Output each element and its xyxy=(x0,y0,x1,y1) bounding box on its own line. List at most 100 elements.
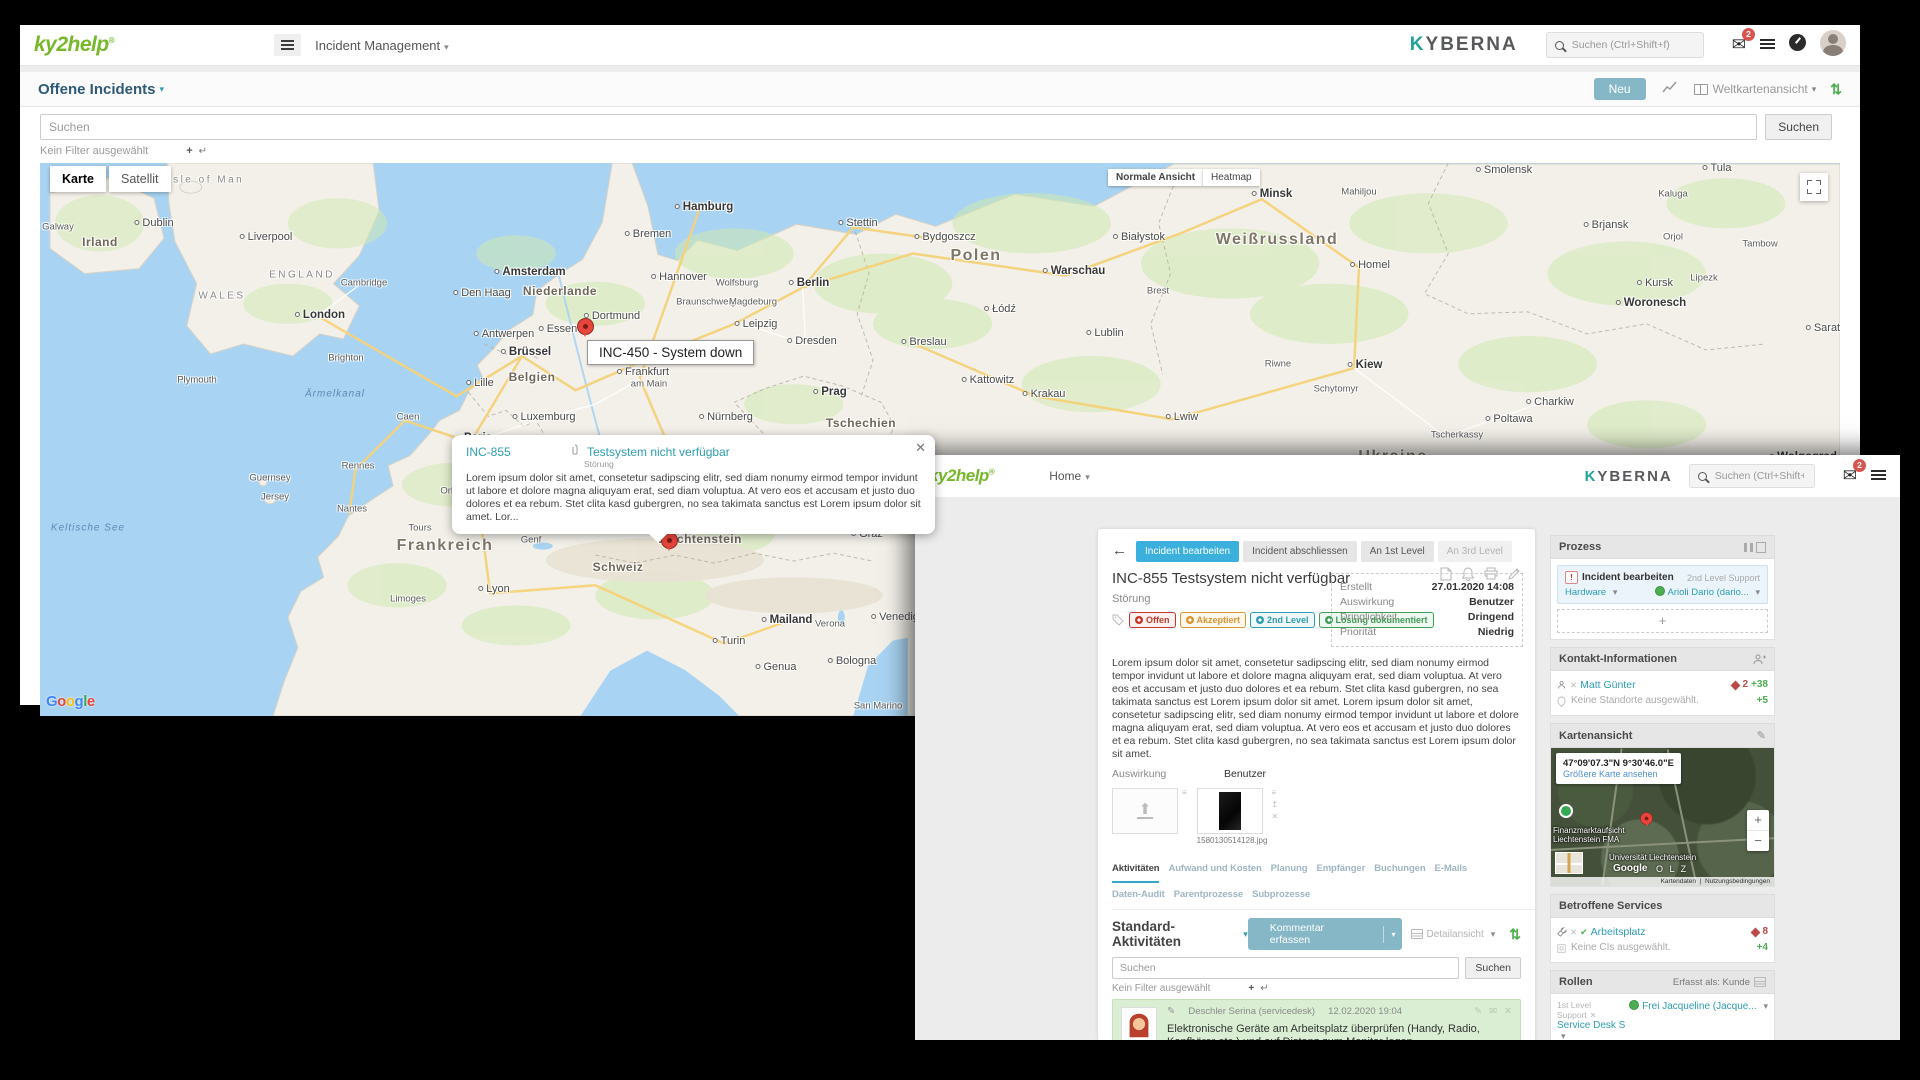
add-filter-icon[interactable]: + xyxy=(1248,983,1254,994)
green-count[interactable]: +4 xyxy=(1757,940,1768,956)
tab-empf-nger[interactable]: Empfänger xyxy=(1316,859,1365,881)
close-icon[interactable]: ✕ xyxy=(915,440,926,456)
remove-icon[interactable]: ✕ xyxy=(1590,1011,1597,1020)
map-label: Łódź xyxy=(984,303,1016,315)
remove-icon[interactable]: ✕ xyxy=(1570,924,1577,940)
map-label: Hannover xyxy=(651,271,707,283)
zoom-out-button[interactable]: − xyxy=(1747,831,1769,851)
remove-icon[interactable]: ✕ xyxy=(1271,812,1278,821)
user-avatar[interactable] xyxy=(1820,29,1846,61)
upload-dropzone[interactable]: ⬆ xyxy=(1112,788,1178,834)
terms-link[interactable]: Nutzungsbedingungen xyxy=(1705,878,1770,885)
activity-search-button[interactable]: Suchen xyxy=(1465,957,1521,979)
action-tab[interactable]: Incident bearbeiten xyxy=(1136,541,1240,562)
download-icon[interactable]: ↥ xyxy=(1271,800,1278,809)
hamburger-menu-icon[interactable] xyxy=(274,34,302,56)
map-label: Rennes xyxy=(341,460,375,472)
contact-link[interactable]: Matt Günter xyxy=(1580,677,1635,693)
tab-daten-audit[interactable]: Daten-Audit xyxy=(1112,885,1165,907)
location-icon xyxy=(1557,696,1566,707)
tab-e-mails[interactable]: E-Mails xyxy=(1435,859,1468,881)
location-minimap[interactable]: 47°09'07.3"N 9°30'46.0"E Größere Karte a… xyxy=(1551,748,1774,886)
module-menu[interactable]: Home ▾ xyxy=(1049,469,1090,483)
tab-aufwand-und-kosten[interactable]: Aufwand und Kosten xyxy=(1168,859,1261,881)
map-type-karte-button[interactable]: Karte xyxy=(50,166,106,192)
sort-icon[interactable]: ⇅ xyxy=(1830,81,1842,98)
activity-search-input[interactable] xyxy=(1112,957,1460,979)
tab-parentprozesse[interactable]: Parentprozesse xyxy=(1174,885,1243,907)
kyberna-logo: KYBERNA xyxy=(1584,467,1673,485)
apply-filter-icon[interactable]: ↵ xyxy=(1260,983,1268,994)
tab-planung[interactable]: Planung xyxy=(1271,859,1308,881)
menu-icon[interactable]: ≡ xyxy=(1182,788,1187,797)
minimap-zoom-controls[interactable]: + − xyxy=(1747,810,1769,851)
global-search-input[interactable] xyxy=(1712,469,1806,483)
tab-aktivit-ten[interactable]: Aktivitäten xyxy=(1112,859,1160,883)
dashboard-icon[interactable] xyxy=(1789,34,1806,56)
action-tab[interactable]: An 1st Level xyxy=(1360,541,1434,562)
search-button[interactable]: Suchen xyxy=(1765,114,1832,140)
group-select[interactable]: Service Desk S ▾ xyxy=(1557,1020,1629,1040)
worldmap-view-toggle[interactable]: Weltkartenansicht xyxy=(1713,82,1808,96)
menu-icon[interactable]: ≡ xyxy=(1271,788,1278,797)
back-arrow-icon[interactable]: ← xyxy=(1112,542,1127,559)
activities-heading[interactable]: Standard-Aktivitäten xyxy=(1112,919,1239,949)
layout-toggle-icons[interactable] xyxy=(1744,541,1766,553)
process-group-select[interactable]: Hardware ▾ xyxy=(1565,587,1617,598)
process-step-card[interactable]: ! Incident bearbeiten 2nd Level Support H… xyxy=(1557,565,1768,604)
zoom-in-button[interactable]: + xyxy=(1747,810,1769,831)
chart-icon[interactable] xyxy=(1661,80,1678,98)
remove-icon[interactable]: ✕ xyxy=(1570,677,1577,693)
global-search[interactable] xyxy=(1688,464,1815,488)
new-incident-button[interactable]: Neu xyxy=(1593,78,1646,100)
tab-subprozesse[interactable]: Subprozesse xyxy=(1252,885,1310,907)
tasklist-icon[interactable] xyxy=(1760,36,1775,54)
map-mode-heatmap-button[interactable]: Heatmap xyxy=(1203,169,1260,186)
apply-filter-icon[interactable]: ↵ xyxy=(199,146,207,157)
green-count[interactable]: +5 xyxy=(1757,693,1768,709)
kyberna-logo: KYBERNA xyxy=(1409,34,1518,55)
global-search[interactable] xyxy=(1545,32,1704,58)
process-user-select[interactable]: Arioli Dario (dario... ▾ xyxy=(1654,586,1760,598)
search-row: Suchen xyxy=(20,107,1860,144)
incident-id-link[interactable]: INC-855 xyxy=(466,445,571,459)
tasklist-icon[interactable] xyxy=(1871,467,1886,485)
edit-icon[interactable]: ✎ xyxy=(1474,1006,1482,1017)
detail-view-toggle[interactable]: Detailansicht ▾ xyxy=(1411,929,1495,940)
sort-icon[interactable]: ⇅ xyxy=(1509,926,1521,943)
user-select[interactable]: Frei Jacqueline (Jacque... ▾ xyxy=(1642,1001,1768,1012)
tab-buchungen[interactable]: Buchungen xyxy=(1374,859,1425,881)
incident-title-link[interactable]: Testsystem nicht verfügbar xyxy=(587,445,730,459)
map-label: Guernsey xyxy=(249,472,291,484)
global-search-input[interactable] xyxy=(1569,38,1695,52)
view-title[interactable]: Offene Incidents xyxy=(38,81,156,98)
delete-icon[interactable]: ✕ xyxy=(1504,1006,1512,1017)
mail-icon[interactable]: ✉ xyxy=(1489,1006,1497,1017)
service-link[interactable]: Arbeitsplatz xyxy=(1591,924,1646,940)
map-label: Niederlande xyxy=(522,284,598,298)
panel-title: Kontakt-Informationen xyxy=(1559,653,1677,665)
red-map-pin[interactable] xyxy=(1639,812,1653,827)
add-comment-button[interactable]: Kommentar erfassen ▾ xyxy=(1247,918,1403,950)
larger-map-link[interactable]: Größere Karte ansehen xyxy=(1563,769,1674,779)
add-process-step-button[interactable]: + xyxy=(1557,609,1768,633)
table-icon xyxy=(1411,929,1424,939)
add-filter-icon[interactable]: + xyxy=(186,145,192,157)
green-map-pin[interactable] xyxy=(1559,804,1573,818)
edit-icon[interactable]: ✎ xyxy=(1757,729,1766,742)
map-label: WALES xyxy=(198,290,246,302)
minimap-inset[interactable] xyxy=(1555,852,1583,874)
add-person-icon[interactable] xyxy=(1753,654,1766,665)
table-icon[interactable] xyxy=(1754,977,1766,987)
mail-icon[interactable]: ✉ 2 xyxy=(1843,459,1866,486)
action-tab[interactable]: Incident abschliessen xyxy=(1243,541,1357,562)
map-type-satellit-button[interactable]: Satellit xyxy=(109,166,171,192)
fullscreen-icon[interactable] xyxy=(1800,173,1828,201)
incident-map-pin[interactable] xyxy=(576,318,594,337)
incident-search-input[interactable] xyxy=(40,114,1758,140)
attachment-thumbnail[interactable] xyxy=(1196,788,1263,834)
green-count[interactable]: +38 xyxy=(1751,677,1768,693)
map-mode-normal-button[interactable]: Normale Ansicht xyxy=(1108,169,1204,186)
mail-icon[interactable]: ✉ 2 xyxy=(1732,28,1755,55)
module-menu[interactable]: Incident Management ▾ xyxy=(315,38,449,53)
